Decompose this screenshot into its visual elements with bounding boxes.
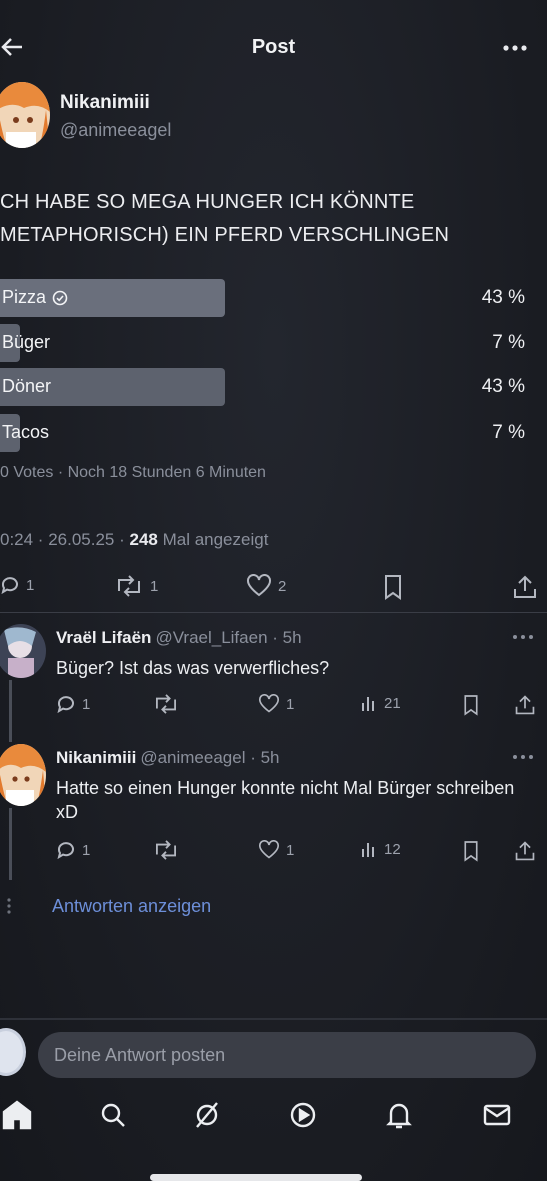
reply-avatar[interactable]	[0, 624, 46, 678]
reply-header: Vraël Lifaën @Vrael_Lifaen · 5h	[56, 628, 302, 648]
poll-option-pizza: Pizza 43 %	[0, 279, 547, 317]
reply-count: 1	[26, 576, 35, 594]
repost-count: 1	[150, 577, 159, 595]
view-count: 248	[129, 530, 158, 549]
reply-author-name[interactable]: Vraël Lifaën	[56, 628, 151, 647]
poll-option-percent: 43 %	[481, 287, 525, 308]
views-count: 21	[384, 694, 401, 712]
poll-option-label: Döner	[2, 376, 52, 396]
bookmark-button[interactable]	[462, 840, 480, 862]
poll-option-percent: 7 %	[492, 332, 525, 353]
poll-option-label: Pizza	[2, 287, 47, 307]
bookmark-button[interactable]	[462, 694, 480, 716]
poll-option-label: Büger	[2, 332, 51, 352]
messages-icon[interactable]	[480, 1098, 514, 1132]
heart-icon	[259, 694, 279, 713]
reply-icon	[57, 696, 74, 714]
poll-option-tacos: Tacos 7 %	[0, 414, 547, 452]
share-icon	[515, 841, 535, 861]
post-text: CH HABE SO MEGA HUNGER ICH KÖNNTE METAPH…	[0, 191, 450, 246]
reply-count: 1	[82, 841, 91, 859]
reply-input[interactable]	[38, 1032, 536, 1078]
poll-meta: 0 Votes · Noch 18 Stunden 6 Minuten	[0, 464, 266, 481]
like-count: 1	[286, 695, 295, 713]
poll-option-percent: 43 %	[481, 376, 525, 397]
notifications-icon[interactable]	[382, 1098, 416, 1132]
reply-count: 1	[82, 695, 91, 713]
views-suffix: Mal angezeigt	[157, 530, 269, 549]
like-button[interactable]: 1	[258, 694, 294, 714]
more-options-icon[interactable]	[510, 630, 536, 644]
reply-header: Nikanimiii @animeeagel · 5h	[56, 748, 279, 768]
reply-author-name[interactable]: Nikanimiii	[56, 748, 136, 767]
like-button[interactable]: 1	[258, 840, 294, 860]
reply-author-handle[interactable]: @Vrael_Lifaen · 5h	[155, 628, 301, 647]
page-title: Post	[251, 36, 296, 58]
reply-author-handle[interactable]: @animeeagel · 5h	[140, 748, 279, 767]
views-count: 12	[384, 840, 401, 858]
timestamp-date: 0:24 · 26.05.25 ·	[0, 530, 130, 549]
grok-icon[interactable]	[190, 1098, 224, 1132]
divider	[0, 612, 547, 613]
search-icon[interactable]	[96, 1098, 130, 1132]
repost-button[interactable]	[152, 694, 180, 714]
post-timestamp: 0:24 · 26.05.25 · 248 Mal angezeigt	[0, 530, 268, 550]
reply-icon	[1, 577, 18, 595]
poll-option-doner: Döner 43 %	[0, 368, 547, 406]
analytics-icon	[362, 843, 374, 857]
selected-check-icon	[52, 290, 68, 306]
bookmark-icon	[464, 841, 478, 862]
author-handle[interactable]: @animeeagel	[60, 120, 171, 141]
heart-icon	[259, 840, 279, 859]
repost-icon	[156, 840, 176, 860]
author-avatar[interactable]	[0, 82, 50, 148]
thread-line	[9, 680, 12, 742]
user-avatar[interactable]	[0, 1028, 26, 1076]
share-button[interactable]	[514, 840, 536, 862]
like-count: 1	[286, 841, 295, 859]
more-options-icon[interactable]	[500, 38, 530, 58]
reply-avatar[interactable]	[0, 744, 46, 806]
views-button[interactable]: 12	[360, 840, 401, 858]
bookmark-icon	[464, 695, 478, 716]
video-icon[interactable]	[286, 1098, 320, 1132]
poll-option-buger: Büger 7 %	[0, 324, 547, 362]
analytics-icon	[362, 697, 374, 711]
reply-icon	[57, 842, 74, 860]
share-icon	[514, 575, 536, 598]
share-icon	[515, 695, 535, 715]
like-button[interactable]: 2	[246, 574, 286, 598]
repost-button[interactable]: 1	[114, 575, 158, 597]
reply-button[interactable]: 1	[0, 575, 34, 595]
views-button[interactable]: 21	[360, 694, 401, 712]
share-button[interactable]	[514, 694, 536, 716]
like-count: 2	[278, 577, 287, 595]
reply-button[interactable]: 1	[56, 694, 90, 714]
bookmark-icon	[385, 575, 401, 600]
show-replies-link[interactable]: Antworten anzeigen	[52, 896, 211, 917]
author-name[interactable]: Nikanimiii	[60, 92, 150, 114]
composer-divider	[0, 1018, 547, 1020]
heart-icon	[247, 574, 271, 597]
reply-text: Hatte so einen Hunger konnte nicht Mal B…	[56, 778, 515, 822]
share-button[interactable]	[512, 574, 538, 600]
bookmark-button[interactable]	[382, 574, 404, 600]
poll-option-label: Tacos	[2, 422, 50, 442]
poll-option-percent: 7 %	[492, 422, 525, 443]
home-indicator	[150, 1174, 362, 1181]
repost-icon	[156, 694, 176, 714]
thread-dots	[4, 896, 14, 916]
more-options-icon[interactable]	[510, 750, 536, 764]
reply-button[interactable]: 1	[56, 840, 90, 860]
home-icon[interactable]	[0, 1098, 34, 1132]
repost-button[interactable]	[152, 840, 180, 860]
thread-line	[9, 808, 12, 880]
repost-icon	[118, 575, 140, 597]
reply-text: Büger? Ist das was verwerfliches?	[56, 658, 330, 678]
